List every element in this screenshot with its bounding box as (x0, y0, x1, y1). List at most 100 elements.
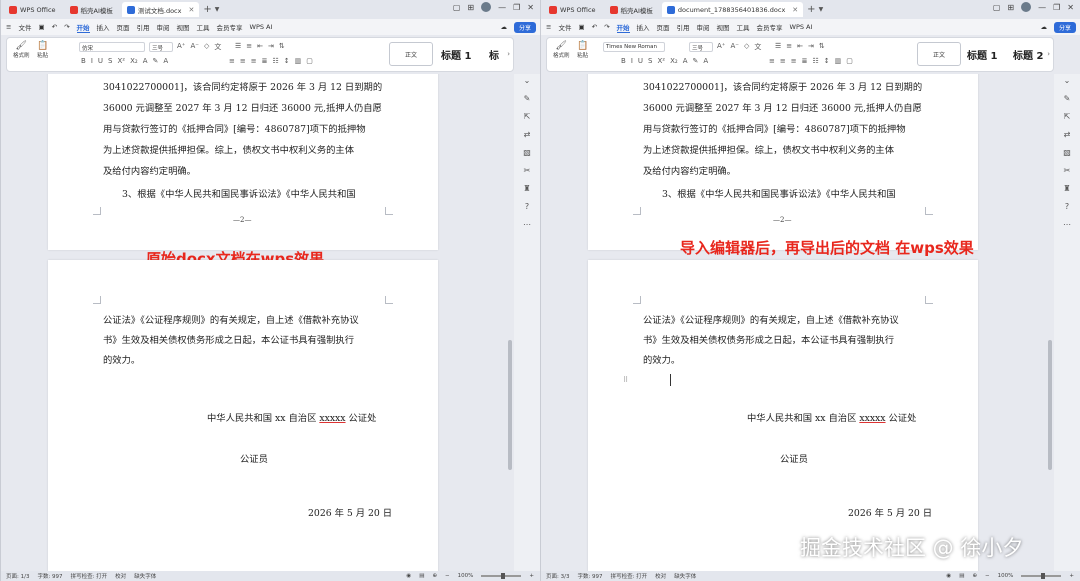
zoom-out-icon[interactable]: − (445, 573, 450, 579)
adjust-icon[interactable]: ⇄ (524, 130, 531, 139)
image-icon[interactable]: ▧ (523, 148, 531, 157)
bold-icon[interactable]: B (81, 57, 86, 65)
menu-page[interactable]: 页面 (117, 22, 130, 32)
layout-icon[interactable]: ▢ (453, 3, 461, 12)
style-normal[interactable]: 正文 (917, 42, 961, 66)
share-button[interactable]: 分享 (1053, 21, 1076, 33)
grow-font-icon[interactable]: A⁺ (717, 42, 725, 52)
paste-button[interactable]: 📋 粘贴 (577, 41, 588, 59)
drag-handle-icon[interactable]: ⠿ (623, 376, 628, 384)
number-list-icon[interactable]: ≡ (786, 42, 792, 50)
vertical-scrollbar[interactable] (1048, 340, 1052, 470)
shrink-font-icon[interactable]: A⁻ (190, 42, 198, 52)
tab-document[interactable]: document_1788356401836.docx ✕ (661, 2, 804, 17)
avatar[interactable] (481, 2, 492, 12)
menu-insert[interactable]: 插入 (97, 22, 110, 32)
font-name-select[interactable]: Times New Roman (603, 42, 665, 52)
close-icon[interactable]: ✕ (188, 6, 194, 14)
superscript-icon[interactable]: X² (117, 57, 125, 65)
menu-review[interactable]: 审阅 (157, 22, 170, 32)
style-heading-1[interactable]: 标题 1 (441, 47, 471, 62)
cloud-icon[interactable]: ☁ (500, 23, 507, 31)
char-shade-icon[interactable]: A (163, 57, 168, 65)
zoom-slider[interactable] (481, 573, 522, 579)
menu-file[interactable]: 文件 (18, 22, 31, 32)
help-icon[interactable]: ? (1065, 202, 1069, 211)
align-left-icon[interactable]: ≡ (769, 57, 775, 65)
bold-icon[interactable]: B (621, 57, 626, 65)
pen-icon[interactable]: ✎ (1064, 94, 1071, 103)
font-size-select[interactable]: 三号 (689, 42, 713, 52)
save-icon[interactable]: ▣ (578, 23, 584, 31)
menu-reference[interactable]: 引用 (677, 22, 690, 32)
clear-format-icon[interactable]: ◇ (744, 42, 749, 52)
new-tab-icon[interactable]: + (807, 4, 815, 15)
align-center-icon[interactable]: ≡ (780, 57, 786, 65)
menu-tools[interactable]: 工具 (737, 22, 750, 32)
undo-icon[interactable]: ↶ (592, 23, 597, 31)
outdent-icon[interactable]: ⇤ (797, 42, 803, 50)
expand-icon[interactable]: ⌄ (1064, 76, 1071, 85)
italic-icon[interactable]: I (631, 57, 633, 65)
underline-icon[interactable]: U (98, 57, 103, 65)
italic-icon[interactable]: I (91, 57, 93, 65)
menu-view[interactable]: 视图 (177, 22, 190, 32)
eye-icon[interactable]: ◉ (946, 573, 951, 579)
status-page[interactable]: 页面: 3/3 (546, 572, 569, 580)
status-words[interactable]: 字数: 997 (577, 572, 602, 580)
tab-template[interactable]: 稻壳AI模板 (605, 2, 658, 17)
tab-template[interactable]: 稻壳AI模板 (65, 2, 118, 17)
format-painter-button[interactable]: 🖌 格式刷 (13, 41, 30, 59)
status-zoom[interactable]: 100% (998, 573, 1014, 579)
line-spacing-icon[interactable]: ↕ (824, 57, 830, 65)
grow-font-icon[interactable]: A⁺ (177, 42, 185, 52)
status-proof[interactable]: 校对 (115, 572, 126, 580)
undo-icon[interactable]: ↶ (52, 23, 57, 31)
char-shade-icon[interactable]: A (703, 57, 708, 65)
menu-page[interactable]: 页面 (657, 22, 670, 32)
zoom-slider[interactable] (1021, 573, 1062, 579)
paste-button[interactable]: 📋 粘贴 (37, 41, 48, 59)
justify-icon[interactable]: ≣ (262, 57, 268, 65)
sort-icon[interactable]: ⇅ (819, 42, 825, 50)
maximize-icon[interactable]: ❐ (1053, 3, 1060, 12)
align-right-icon[interactable]: ≡ (251, 57, 257, 65)
menu-file[interactable]: 文件 (558, 22, 571, 32)
shading-icon[interactable]: ▥ (295, 57, 302, 65)
menu-wps-ai[interactable]: WPS AI (250, 23, 273, 31)
zoom-slider-knob[interactable] (501, 573, 506, 579)
adjust-icon[interactable]: ⇄ (1064, 130, 1071, 139)
eye-icon[interactable]: ◉ (406, 573, 411, 579)
menu-insert[interactable]: 插入 (637, 22, 650, 32)
status-spell[interactable]: 拼写检查: 打开 (71, 572, 108, 580)
menu-vip[interactable]: 会员专享 (217, 22, 243, 32)
menu-icon[interactable]: ≡ (6, 23, 11, 31)
strikethrough-icon[interactable]: S (648, 57, 652, 65)
more-icon[interactable]: ⋯ (1063, 220, 1071, 229)
page-view-icon[interactable]: ▤ (419, 573, 424, 579)
pen-icon[interactable]: ✎ (524, 94, 531, 103)
font-size-select[interactable]: 三号 (149, 42, 173, 52)
justify-icon[interactable]: ≣ (802, 57, 808, 65)
style-heading-2[interactable]: 标 (489, 47, 499, 62)
chevron-right-icon[interactable]: › (1047, 50, 1050, 58)
clear-format-icon[interactable]: ◇ (204, 42, 209, 52)
shading-icon[interactable]: ▥ (835, 57, 842, 65)
redo-icon[interactable]: ↷ (64, 23, 69, 31)
align-center-icon[interactable]: ≡ (240, 57, 246, 65)
app-grid-icon[interactable]: ⊞ (467, 3, 474, 12)
menu-view[interactable]: 视图 (717, 22, 730, 32)
avatar[interactable] (1021, 2, 1032, 12)
highlight-icon[interactable]: ✎ (692, 57, 698, 65)
style-heading-2[interactable]: 标题 2 (1013, 47, 1043, 62)
vertical-scrollbar[interactable] (508, 340, 512, 470)
align-right-icon[interactable]: ≡ (791, 57, 797, 65)
status-words[interactable]: 字数: 997 (37, 572, 62, 580)
menu-tools[interactable]: 工具 (197, 22, 210, 32)
menu-reference[interactable]: 引用 (137, 22, 150, 32)
menu-home[interactable]: 开始 (616, 22, 630, 33)
layout-icon[interactable]: ▢ (993, 3, 1001, 12)
status-proof[interactable]: 校对 (655, 572, 666, 580)
status-font-missing[interactable]: 缺失字体 (674, 572, 696, 580)
tab-document[interactable]: 测试文档.docx ✕ (121, 2, 200, 17)
